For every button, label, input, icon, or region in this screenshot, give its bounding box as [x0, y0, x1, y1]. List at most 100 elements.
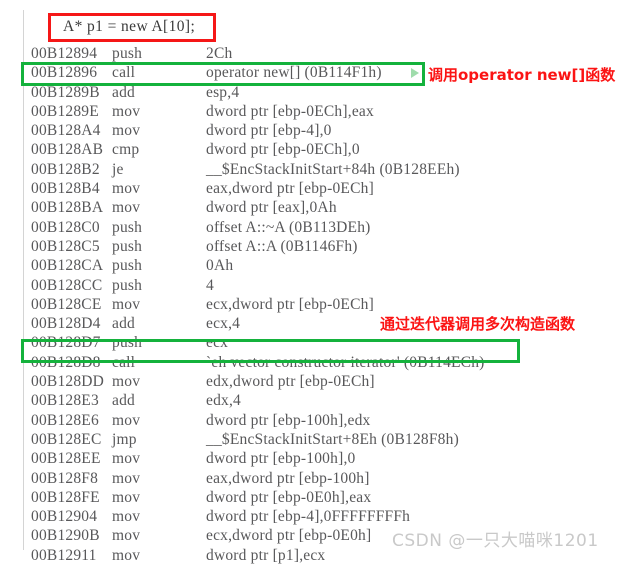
disassembly-row[interactable]: 00B128B2 je __$EncStackInitStart+84h (0B12…: [0, 160, 623, 179]
instruction-mnemonic: mov: [112, 508, 141, 526]
instruction-mnemonic: je: [112, 160, 124, 178]
instruction-mnemonic: add: [112, 315, 135, 333]
csdn-watermark: CSDN @一只大喵咪1201: [392, 531, 599, 551]
disassembly-row[interactable]: 00B128C5 push offset A::A (0B1146Fh): [0, 237, 623, 256]
instruction-address: 00B128A4: [31, 122, 101, 140]
instruction-address: 00B128B2: [31, 160, 100, 178]
instruction-mnemonic: mov: [112, 199, 141, 217]
disassembly-row[interactable]: 00B128EE mov dword ptr [ebp-100h],0: [0, 449, 623, 468]
instruction-mnemonic: push: [112, 237, 143, 255]
instruction-mnemonic: push: [112, 257, 143, 275]
instruction-operands: ecx,dword ptr [ebp-0E0h]: [206, 527, 372, 545]
disassembly-row[interactable]: 00B128F8 mov eax,dword ptr [ebp-100h]: [0, 469, 623, 488]
instruction-mnemonic: mov: [112, 469, 141, 487]
disassembly-row[interactable]: 00B128DD mov edx,dword ptr [ebp-0ECh]: [0, 372, 623, 391]
instruction-operands: 4: [206, 276, 214, 294]
instruction-operands: dword ptr [ebp-0ECh],0: [206, 141, 360, 159]
instruction-mnemonic: mov: [112, 122, 141, 140]
instruction-address: 00B12904: [31, 508, 98, 526]
disassembly-row[interactable]: 00B12904 mov dword ptr [ebp-4],0FFFFFFFFh: [0, 507, 623, 526]
annotation-iterator-constructor: 通过迭代器调用多次构造函数: [380, 315, 576, 333]
instruction-address: 00B128CC: [31, 276, 103, 294]
disassembly-row[interactable]: 00B128A4 mov dword ptr [ebp-4],0: [0, 121, 623, 140]
instruction-address: 00B128E3: [31, 392, 99, 410]
instruction-address: 00B1290B: [31, 527, 100, 545]
disassembly-row[interactable]: 00B12894 push 2Ch: [0, 44, 623, 63]
instruction-address: 00B128EE: [31, 450, 101, 468]
instruction-address: 00B1289B: [31, 83, 100, 101]
instruction-operands: `eh vector constructor iterator' (0B114E…: [206, 353, 485, 371]
instruction-mnemonic: mov: [112, 488, 141, 506]
instruction-operands: __$EncStackInitStart+8Eh (0B128F8h): [206, 430, 459, 448]
instruction-operands: ecx,4: [206, 315, 241, 333]
instruction-address: 00B128C0: [31, 218, 100, 236]
instruction-address: 00B128CA: [31, 257, 104, 275]
instruction-mnemonic: mov: [112, 411, 141, 429]
instruction-mnemonic: add: [112, 392, 135, 410]
disassembly-pane[interactable]: A* p1 = new A[10]; 00B12894 push 2Ch 00B128…: [0, 0, 623, 564]
instruction-mnemonic: jmp: [112, 430, 137, 448]
disassembly-row-list: 00B12894 push 2Ch 00B12896 call operator new[…: [0, 44, 623, 565]
disassembly-row[interactable]: 00B128E6 mov dword ptr [ebp-100h],edx: [0, 411, 623, 430]
instruction-address: 00B128C5: [31, 237, 100, 255]
instruction-operands: edx,dword ptr [ebp-0ECh]: [206, 373, 375, 391]
instruction-mnemonic: mov: [112, 373, 141, 391]
instruction-operands: eax,dword ptr [ebp-0ECh]: [206, 180, 374, 198]
instruction-operands: dword ptr [ebp-100h],0: [206, 450, 356, 468]
disassembly-row[interactable]: 00B128D8 call `eh vector constructor itera…: [0, 353, 623, 372]
disassembly-row[interactable]: 00B128CA push 0Ah: [0, 256, 623, 275]
instruction-mnemonic: cmp: [112, 141, 140, 159]
instruction-mnemonic: push: [112, 45, 143, 62]
instruction-operands: 2Ch: [206, 45, 233, 62]
annotation-operator-new: 调用operator new[]函数: [428, 66, 616, 84]
instruction-operands: dword ptr [ebp-4],0FFFFFFFFh: [206, 508, 411, 526]
instruction-operands: dword ptr [ebp-100h],edx: [206, 411, 371, 429]
instruction-mnemonic: mov: [112, 102, 141, 120]
disassembly-row[interactable]: 00B128B4 mov eax,dword ptr [ebp-0ECh]: [0, 179, 623, 198]
disassembly-row[interactable]: 00B1289B add esp,4: [0, 83, 623, 102]
instruction-address: 00B128D7: [31, 334, 101, 352]
instruction-operands: dword ptr [ebp-0E0h],eax: [206, 488, 372, 506]
step-into-triangle-icon[interactable]: [411, 68, 419, 78]
instruction-mnemonic: mov: [112, 295, 141, 313]
instruction-mnemonic: mov: [112, 546, 141, 564]
instruction-address: 00B128FE: [31, 488, 100, 506]
instruction-mnemonic: push: [112, 276, 143, 294]
instruction-address: 00B128B4: [31, 180, 100, 198]
instruction-operands: eax,dword ptr [ebp-100h]: [206, 469, 370, 487]
instruction-address: 00B12911: [31, 546, 97, 564]
instruction-mnemonic: push: [112, 218, 143, 236]
instruction-address: 00B128F8: [31, 469, 99, 487]
instruction-mnemonic: mov: [112, 527, 141, 545]
disassembly-row[interactable]: 00B128CC push 4: [0, 276, 623, 295]
instruction-address: 00B128D4: [31, 315, 101, 333]
instruction-address: 00B128D8: [31, 353, 101, 371]
instruction-mnemonic: call: [112, 353, 136, 371]
instruction-operands: operator new[] (0B114F1h): [206, 64, 382, 82]
instruction-address: 00B128DD: [31, 373, 105, 391]
instruction-operands: offset A::~A (0B113DEh): [206, 218, 371, 236]
instruction-operands: dword ptr [ebp-4],0: [206, 122, 332, 140]
instruction-address: 00B1289E: [31, 102, 99, 120]
disassembly-row[interactable]: 00B128CE mov ecx,dword ptr [ebp-0ECh]: [0, 295, 623, 314]
disassembly-row[interactable]: 00B128AB cmp dword ptr [ebp-0ECh],0: [0, 140, 623, 159]
instruction-address: 00B128BA: [31, 199, 104, 217]
instruction-mnemonic: push: [112, 334, 143, 352]
disassembly-row[interactable]: 00B128C0 push offset A::~A (0B113DEh): [0, 218, 623, 237]
disassembly-row[interactable]: 00B128BA mov dword ptr [eax],0Ah: [0, 198, 623, 217]
instruction-address: 00B128CE: [31, 295, 102, 313]
disassembly-row[interactable]: 00B128D7 push ecx: [0, 333, 623, 352]
instruction-operands: ecx: [206, 334, 229, 352]
disassembly-row[interactable]: 00B128E3 add edx,4: [0, 391, 623, 410]
instruction-address: 00B12894: [31, 45, 98, 62]
instruction-operands: 0Ah: [206, 257, 234, 275]
disassembly-row[interactable]: 00B128EC jmp __$EncStackInitStart+8Eh (0B1…: [0, 430, 623, 449]
instruction-address: 00B128EC: [31, 430, 102, 448]
instruction-operands: esp,4: [206, 83, 240, 101]
instruction-operands: edx,4: [206, 392, 242, 410]
instruction-operands: dword ptr [p1],ecx: [206, 546, 326, 564]
disassembly-row[interactable]: 00B128FE mov dword ptr [ebp-0E0h],eax: [0, 488, 623, 507]
instruction-mnemonic: call: [112, 64, 136, 82]
instruction-operands: dword ptr [ebp-0ECh],eax: [206, 102, 374, 120]
disassembly-row[interactable]: 00B1289E mov dword ptr [ebp-0ECh],eax: [0, 102, 623, 121]
